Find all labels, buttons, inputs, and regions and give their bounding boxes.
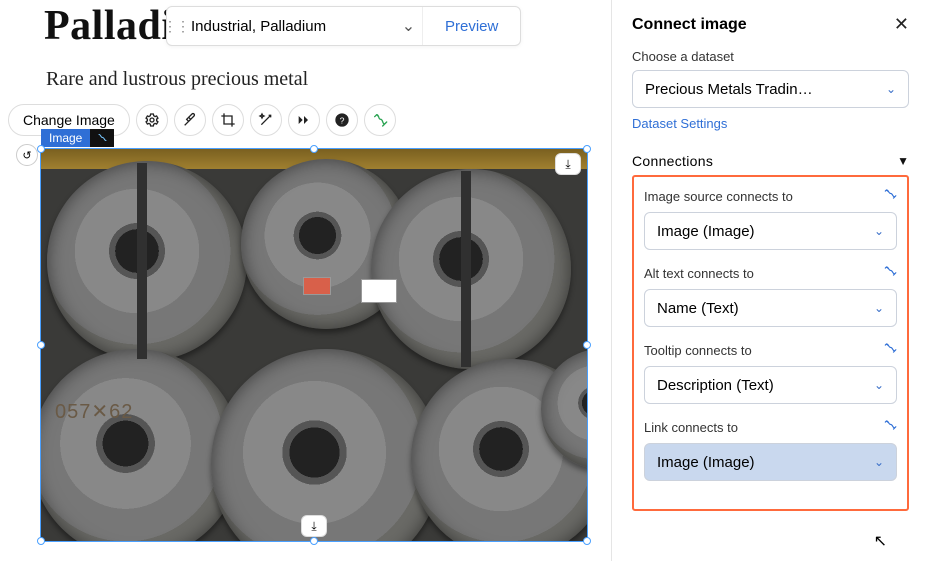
- connect-image-panel: Connect image ✕ Choose a dataset Preciou…: [611, 0, 929, 561]
- resize-handle[interactable]: [583, 145, 591, 153]
- chevron-down-icon: ⌄: [874, 224, 884, 238]
- eyedropper-icon[interactable]: [174, 104, 206, 136]
- resize-handle[interactable]: [583, 341, 591, 349]
- settings-icon[interactable]: [136, 104, 168, 136]
- close-icon[interactable]: ✕: [894, 14, 909, 35]
- download-top-icon[interactable]: ⤓: [555, 153, 581, 175]
- swap-icon[interactable]: [883, 264, 897, 283]
- connections-highlight: Image source connects to Image (Image)⌄ Al…: [632, 175, 909, 511]
- chevron-down-icon: ⌄: [874, 301, 884, 315]
- connection-select[interactable]: Image (Image)⌄: [644, 443, 897, 481]
- editor-canvas: Palladium ⋮⋮ ⌄ Preview Rare and lustrous…: [0, 0, 611, 561]
- connect-icon[interactable]: [364, 104, 396, 136]
- crop-icon[interactable]: [212, 104, 244, 136]
- resize-handle[interactable]: [310, 145, 318, 153]
- dataset-settings-link[interactable]: Dataset Settings: [632, 116, 727, 131]
- undo-icon[interactable]: ↺: [16, 144, 38, 166]
- resize-handle[interactable]: [310, 537, 318, 545]
- magic-icon[interactable]: [250, 104, 282, 136]
- swap-icon[interactable]: [883, 418, 897, 437]
- help-icon[interactable]: ?: [326, 104, 358, 136]
- download-bottom-icon[interactable]: ⤓: [301, 515, 327, 537]
- chevron-down-icon: ⌄: [874, 455, 884, 469]
- connection-label: Alt text connects to: [644, 266, 754, 281]
- swap-icon[interactable]: [883, 187, 897, 206]
- connection-row: Tooltip connects to Description (Text)⌄: [644, 341, 897, 404]
- tag-toolbar: ⋮⋮ ⌄ Preview: [166, 6, 521, 46]
- resize-handle[interactable]: [37, 341, 45, 349]
- category-input[interactable]: [185, 18, 395, 35]
- chevron-down-icon[interactable]: ⌄: [395, 7, 423, 45]
- chevron-down-icon: ⌄: [886, 82, 896, 96]
- connection-label: Image source connects to: [644, 189, 793, 204]
- connection-row: Link connects to Image (Image)⌄: [644, 418, 897, 481]
- connections-label: Connections: [632, 153, 713, 169]
- connection-row: Alt text connects to Name (Text)⌄: [644, 264, 897, 327]
- connection-label: Tooltip connects to: [644, 343, 752, 358]
- connection-select[interactable]: Name (Text)⌄: [644, 289, 897, 327]
- collapse-icon[interactable]: ▼: [897, 154, 909, 168]
- drag-handle-icon[interactable]: ⋮⋮: [167, 18, 185, 35]
- resize-handle[interactable]: [583, 537, 591, 545]
- image-preview: 057✕62 ⤓ ⤓: [41, 149, 587, 541]
- resize-handle[interactable]: [37, 145, 45, 153]
- image-element[interactable]: Image 057✕62 ⤓ ⤓: [40, 148, 588, 542]
- chevron-down-icon: ⌄: [874, 378, 884, 392]
- connection-select[interactable]: Description (Text)⌄: [644, 366, 897, 404]
- resize-handle[interactable]: [37, 537, 45, 545]
- panel-title: Connect image: [632, 16, 747, 34]
- connection-row: Image source connects to Image (Image)⌄: [644, 187, 897, 250]
- dataset-select[interactable]: Precious Metals Tradin… ⌄: [632, 70, 909, 108]
- svg-text:?: ?: [339, 115, 344, 125]
- element-type-badge: Image: [41, 129, 90, 147]
- cursor-icon: ↖: [874, 531, 887, 551]
- swap-icon[interactable]: [883, 341, 897, 360]
- dataset-link-icon[interactable]: [90, 129, 114, 147]
- animation-icon[interactable]: [288, 104, 320, 136]
- connection-select[interactable]: Image (Image)⌄: [644, 212, 897, 250]
- preview-button[interactable]: Preview: [423, 7, 520, 45]
- connection-label: Link connects to: [644, 420, 738, 435]
- choose-dataset-label: Choose a dataset: [632, 49, 909, 64]
- page-subtitle: Rare and lustrous precious metal: [8, 68, 611, 91]
